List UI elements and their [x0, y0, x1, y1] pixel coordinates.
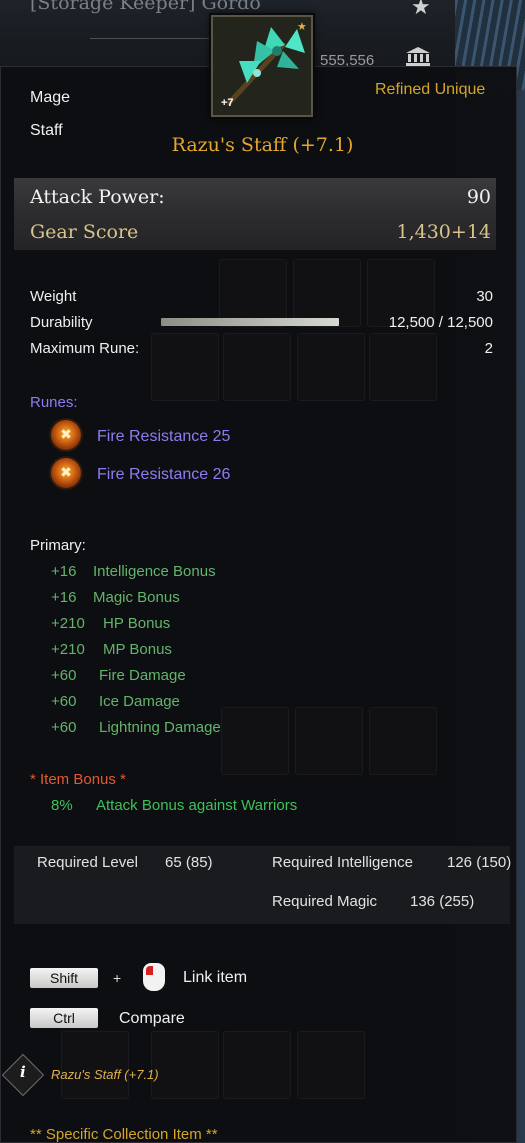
collection-note: ** Specific Collection Item **	[30, 1126, 218, 1143]
attack-power-label: Attack Power:	[30, 186, 165, 208]
compare-label: Compare	[119, 1010, 185, 1027]
attack-power-value: 90	[466, 186, 491, 208]
item-bonus-label: * Item Bonus *	[30, 771, 126, 788]
rune-1: Fire Resistance 25	[97, 428, 231, 445]
favorite-star-icon[interactable]: ★	[411, 0, 431, 20]
ghost-slot	[219, 259, 287, 327]
runes-label: Runes:	[30, 394, 78, 411]
durability-label: Durability	[30, 314, 93, 331]
ghost-slot	[295, 707, 363, 775]
item-class: Mage	[30, 89, 71, 106]
star-icon: ★	[297, 21, 307, 33]
enhancement-badge: +7	[221, 97, 234, 109]
ghost-slot	[151, 333, 219, 401]
primary-stat-name: Intelligence Bonus	[93, 563, 216, 580]
ghost-slot	[297, 333, 365, 401]
primary-stat-value: +210	[51, 641, 85, 658]
gear-score-label: Gear Score	[30, 221, 139, 243]
ghost-slot	[369, 707, 437, 775]
primary-stat-row: +60 Lightning Damage	[51, 719, 221, 736]
primary-stat-name: Fire Damage	[99, 667, 186, 684]
item-bonus-name: Attack Bonus against Warriors	[96, 797, 298, 814]
ghost-slot	[223, 333, 291, 401]
bank-icon	[406, 47, 430, 66]
durability-bar	[161, 318, 339, 326]
main-stats: Attack Power: 90 Gear Score 1,430+14	[14, 178, 496, 250]
ghost-slot	[223, 1031, 291, 1099]
primary-stat-name: Lightning Damage	[99, 719, 221, 736]
info-icon-glyph: i	[20, 1063, 26, 1082]
weight-label: Weight	[30, 288, 77, 305]
fire-rune-icon: ✖	[51, 458, 81, 488]
primary-label: Primary:	[30, 537, 86, 554]
primary-stat-row: +60 Fire Damage	[51, 667, 186, 684]
required-intelligence-value: 126 (150)	[447, 854, 512, 871]
gear-score-value: 1,430+14	[396, 221, 492, 243]
mouse-left-click-icon	[143, 963, 165, 991]
ghost-slot	[297, 1031, 365, 1099]
required-magic-label: Required Magic	[272, 893, 378, 910]
primary-stat-value: +60	[51, 667, 77, 684]
ghost-slot	[369, 333, 437, 401]
primary-stat-value: +16	[51, 589, 77, 606]
rune-2: Fire Resistance 26	[97, 466, 231, 483]
item-grade: Refined Unique	[375, 81, 486, 98]
primary-stat-row: +210 HP Bonus	[51, 615, 170, 632]
primary-stat-row: +16 Magic Bonus	[51, 589, 180, 606]
primary-stat-value: +60	[51, 693, 77, 710]
required-magic-value: 136 (255)	[410, 893, 475, 910]
primary-stat-name: MP Bonus	[103, 641, 172, 658]
ghost-slot	[61, 1031, 129, 1099]
ghost-slot	[293, 259, 361, 327]
ghost-slot	[221, 707, 289, 775]
item-name: Razu's Staff (+7.1)	[171, 134, 354, 156]
primary-stat-name: HP Bonus	[103, 615, 171, 632]
link-item-label: Link item	[183, 969, 248, 986]
gear-score-row: Gear Score 1,430+14	[30, 221, 495, 251]
primary-stat-value: +60	[51, 719, 77, 736]
item-bonus-row: 8% Attack Bonus against Warriors	[51, 797, 297, 814]
primary-stat-name: Ice Damage	[99, 693, 180, 710]
primary-stat-row: +60 Ice Damage	[51, 693, 180, 710]
shift-key: Shift	[30, 968, 98, 988]
required-level-value: 65 (85)	[165, 854, 213, 871]
staff-icon[interactable]: ★ +7	[211, 15, 313, 117]
footer-item-name: Razu's Staff (+7.1)	[51, 1067, 159, 1082]
durability-value: 12,500 / 12,500	[388, 314, 493, 331]
ctrl-key: Ctrl	[30, 1008, 98, 1028]
weight-value: 30	[476, 288, 493, 305]
primary-stat-value: +16	[51, 563, 77, 580]
item-bonus-value: 8%	[51, 797, 73, 814]
required-level-label: Required Level	[37, 854, 138, 871]
storage-keeper-title: [Storage Keeper] Gordo	[30, 0, 261, 14]
primary-stat-row: +210 MP Bonus	[51, 641, 172, 658]
max-rune-label: Maximum Rune:	[30, 340, 140, 357]
plus-sign: +	[113, 970, 122, 986]
max-rune-value: 2	[484, 340, 493, 357]
primary-stat-row: +16 Intelligence Bonus	[51, 563, 216, 580]
primary-stat-value: +210	[51, 615, 85, 632]
required-intelligence-label: Required Intelligence	[272, 854, 413, 871]
ghost-slot	[151, 1031, 219, 1099]
attack-power-row: Attack Power: 90	[30, 186, 495, 216]
primary-stat-name: Magic Bonus	[93, 589, 180, 606]
fire-rune-icon: ✖	[51, 420, 81, 450]
